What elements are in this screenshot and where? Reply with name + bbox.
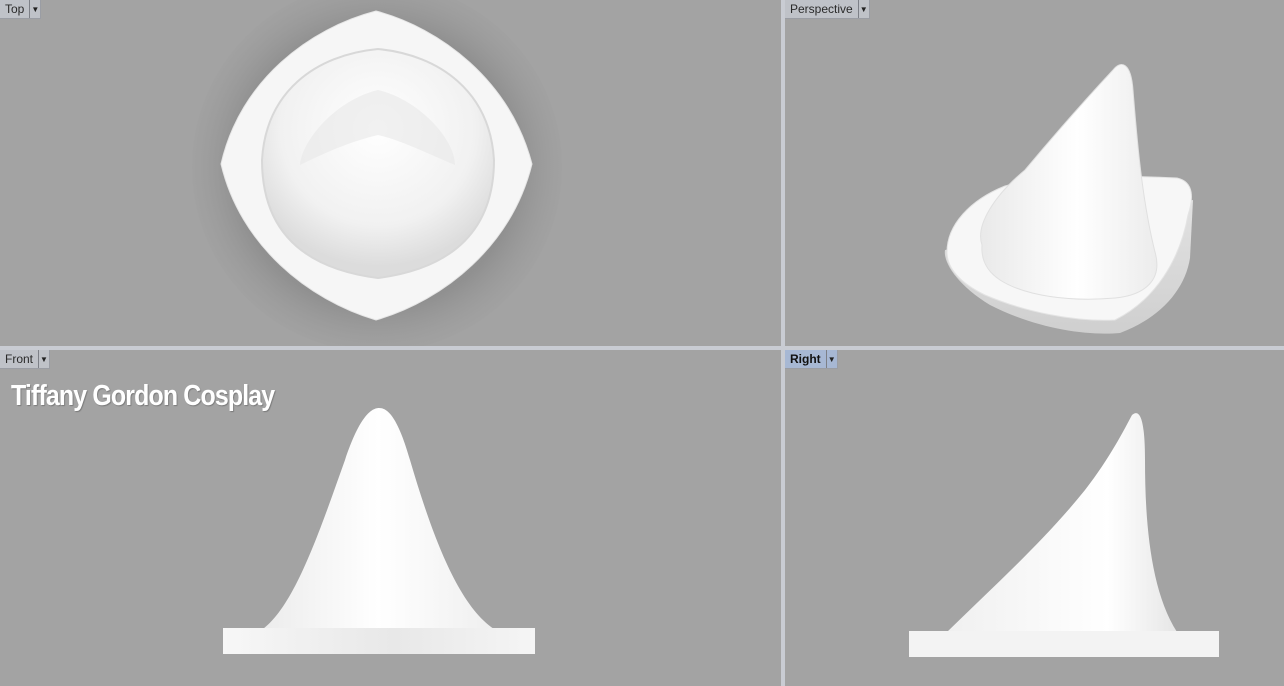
model-cone: [947, 413, 1177, 632]
viewport-front[interactable]: Tiffany Gordon Cosplay Front ▼: [0, 350, 781, 686]
viewport-tab-top[interactable]: Top ▼: [0, 0, 42, 19]
dropdown-arrow-icon[interactable]: ▼: [29, 0, 40, 18]
viewport-tab-perspective[interactable]: Perspective ▼: [785, 0, 870, 19]
viewport-label: Perspective: [790, 2, 853, 16]
top-view-canvas: [192, 0, 562, 346]
dropdown-arrow-icon[interactable]: ▼: [38, 350, 49, 368]
watermark-text: Tiffany Gordon Cosplay: [11, 380, 275, 412]
viewport-perspective[interactable]: Perspective ▼: [785, 0, 1284, 346]
model-base: [223, 628, 535, 654]
viewport-tab-right[interactable]: Right ▼: [785, 350, 838, 369]
model-cone: [263, 408, 494, 629]
viewport-tab-front[interactable]: Front ▼: [0, 350, 51, 369]
model-cone: [980, 64, 1158, 300]
viewport-label: Top: [5, 2, 25, 16]
perspective-view-canvas: [944, 64, 1193, 334]
dropdown-arrow-icon[interactable]: ▼: [825, 350, 837, 368]
viewport-label: Right: [790, 352, 821, 366]
model-cone-base: [260, 47, 496, 280]
right-view-canvas: [909, 413, 1219, 657]
dropdown-arrow-icon[interactable]: ▼: [857, 0, 869, 18]
viewport-label: Front: [5, 352, 34, 366]
viewport-right[interactable]: Right ▼: [785, 350, 1284, 686]
viewport-top[interactable]: Top ▼: [0, 0, 781, 346]
model-base: [909, 631, 1219, 657]
